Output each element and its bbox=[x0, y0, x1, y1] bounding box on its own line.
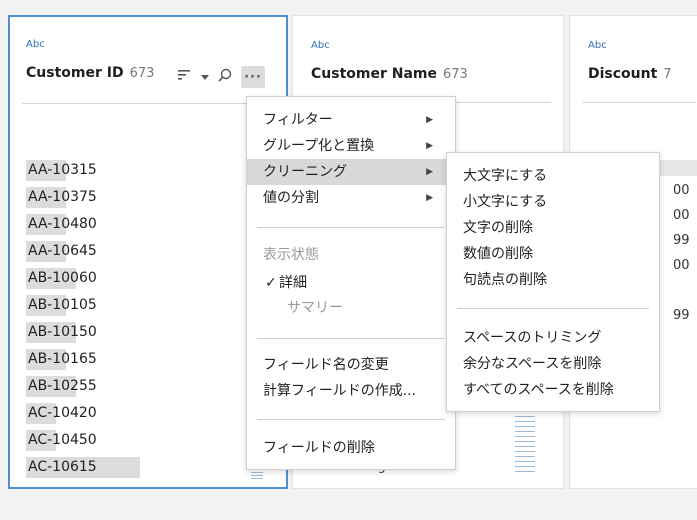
list-item[interactable]: 00 bbox=[673, 253, 690, 278]
list-item[interactable]: AB-10105 bbox=[26, 292, 97, 319]
menu-item-label: フィルター bbox=[263, 112, 333, 128]
chevron-right-icon: ▶ bbox=[426, 167, 433, 177]
list-item[interactable]: AC-10420 bbox=[26, 400, 97, 427]
menu-item-label: グループ化と置換 bbox=[263, 138, 375, 154]
list-item[interactable]: 00 bbox=[673, 178, 690, 203]
menu-item-detail[interactable]: ✓ 詳細 bbox=[247, 270, 455, 296]
distribution-histogram bbox=[515, 416, 535, 474]
menu-item-rename[interactable]: フィールド名の変更 bbox=[247, 352, 455, 378]
field-type-label: Abc bbox=[26, 39, 45, 50]
list-item[interactable]: AC-10450 bbox=[26, 427, 97, 454]
menu-item-uppercase[interactable]: 大文字にする bbox=[447, 163, 659, 189]
menu-item-create-calculated-field[interactable]: 計算フィールドの作成... bbox=[247, 378, 455, 404]
header-divider bbox=[22, 103, 274, 104]
menu-item-label: 値の分割 bbox=[263, 190, 319, 206]
chevron-right-icon: ▶ bbox=[426, 141, 433, 151]
field-name-text: Customer Name bbox=[311, 66, 437, 82]
field-count: 7 bbox=[663, 67, 672, 82]
list-item[interactable]: 00 bbox=[673, 203, 690, 228]
field-toolbar: ··· bbox=[178, 66, 265, 88]
chevron-down-icon[interactable] bbox=[201, 70, 209, 85]
chevron-right-icon: ▶ bbox=[426, 193, 433, 203]
list-item[interactable]: AB-10060 bbox=[26, 265, 97, 292]
header-divider bbox=[582, 102, 696, 103]
menu-divider bbox=[257, 227, 445, 228]
menu-item-remove-numbers[interactable]: 数値の削除 bbox=[447, 241, 659, 267]
list-item[interactable]: AA-10315 bbox=[26, 157, 97, 184]
field-type-label: Abc bbox=[311, 40, 330, 51]
field-count: 673 bbox=[443, 67, 468, 82]
list-item[interactable]: AC-10615 bbox=[26, 454, 140, 481]
menu-item-summary[interactable]: サマリー bbox=[247, 295, 455, 321]
field-type-label: Abc bbox=[588, 40, 607, 51]
menu-divider bbox=[457, 308, 649, 309]
chevron-right-icon: ▶ bbox=[426, 115, 433, 125]
list-item[interactable]: AA-10375 bbox=[26, 184, 97, 211]
field-name-text: Discount bbox=[588, 66, 658, 82]
menu-item-label: サマリー bbox=[287, 300, 343, 316]
menu-item-cleaning[interactable]: クリーニング ▶ bbox=[247, 159, 455, 185]
list-item[interactable] bbox=[673, 278, 690, 303]
more-options-button[interactable]: ··· bbox=[241, 66, 265, 88]
sort-icon[interactable] bbox=[178, 69, 192, 85]
field-count: 673 bbox=[129, 66, 155, 81]
menu-item-remove-all-spaces[interactable]: すべてのスペースを削除 bbox=[447, 377, 659, 403]
field-context-menu: フィルター ▶ グループ化と置換 ▶ クリーニング ▶ 値の分割 ▶ 表示状態 ✓ 詳細 … bbox=[246, 96, 456, 470]
menu-item-trim-spaces[interactable]: スペースのトリミング bbox=[447, 325, 659, 351]
menu-item-delete-field[interactable]: フィールドの削除 bbox=[247, 435, 455, 461]
menu-item-remove-punctuation[interactable]: 句読点の削除 bbox=[447, 267, 659, 293]
list-item[interactable]: 99 bbox=[673, 228, 690, 253]
field-name: Discount 7 bbox=[588, 66, 672, 82]
list-item[interactable]: 99 bbox=[673, 303, 690, 328]
list-item[interactable]: AA-10645 bbox=[26, 238, 97, 265]
list-item[interactable]: AB-10255 bbox=[26, 373, 97, 400]
menu-divider bbox=[257, 419, 445, 420]
menu-divider bbox=[257, 338, 445, 339]
list-item[interactable]: AB-10165 bbox=[26, 346, 97, 373]
value-list: AA-10315 AA-10375 AA-10480 AA-10645 AB-1… bbox=[26, 157, 140, 481]
checkmark-icon: ✓ bbox=[265, 275, 277, 291]
menu-item-label: クリーニング bbox=[263, 164, 347, 180]
menu-item-filter[interactable]: フィルター ▶ bbox=[247, 107, 455, 133]
cleaning-submenu: 大文字にする 小文字にする 文字の削除 数値の削除 句読点の削除 スペースのトリ… bbox=[446, 152, 660, 412]
list-item[interactable]: AB-10150 bbox=[26, 319, 97, 346]
menu-item-split-values[interactable]: 値の分割 ▶ bbox=[247, 185, 455, 211]
field-name-text: Customer ID bbox=[26, 65, 124, 81]
field-name: Customer ID 673 bbox=[26, 65, 154, 81]
menu-item-remove-extra-spaces[interactable]: 余分なスペースを削除 bbox=[447, 351, 659, 377]
menu-item-group-replace[interactable]: グループ化と置換 ▶ bbox=[247, 133, 455, 159]
search-icon[interactable] bbox=[218, 68, 232, 86]
list-item[interactable]: AA-10480 bbox=[26, 211, 97, 238]
field-name: Customer Name 673 bbox=[311, 66, 468, 82]
value-list: 00 00 99 00 99 bbox=[673, 178, 690, 328]
menu-section-view-state: 表示状態 bbox=[263, 247, 319, 263]
menu-item-lowercase[interactable]: 小文字にする bbox=[447, 189, 659, 215]
menu-item-remove-letters[interactable]: 文字の削除 bbox=[447, 215, 659, 241]
